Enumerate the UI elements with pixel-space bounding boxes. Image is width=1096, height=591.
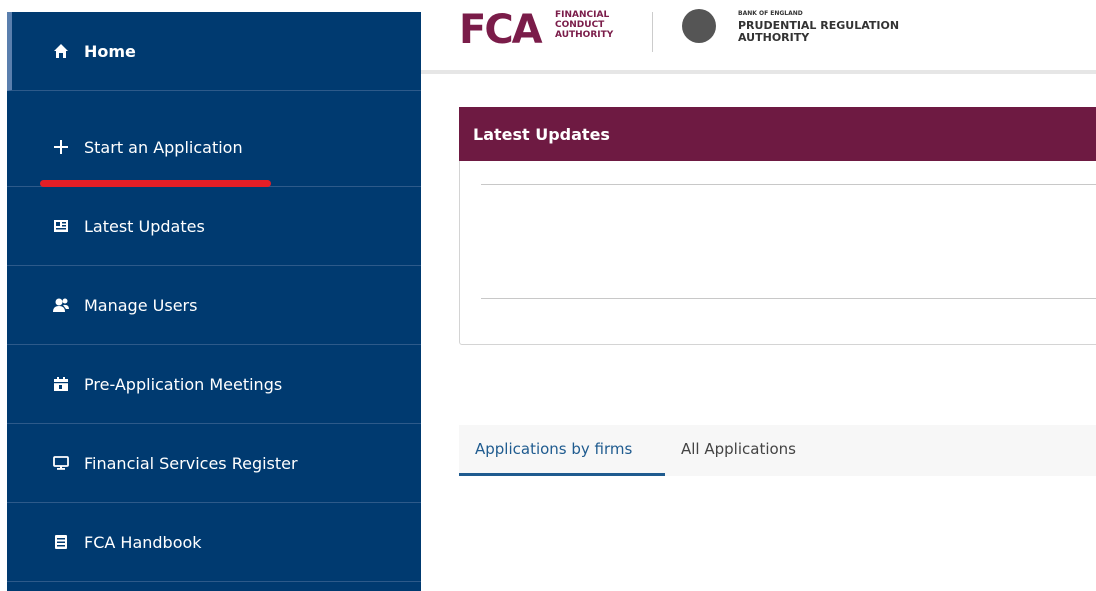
sidebar-item-fca-handbook[interactable]: FCA Handbook [7, 503, 421, 582]
latest-updates-header: Latest Updates [459, 107, 1096, 161]
home-icon [52, 42, 70, 60]
users-icon [52, 296, 70, 314]
sidebar-item-label: FCA Handbook [84, 532, 202, 552]
sidebar-item-label: Financial Services Register [84, 453, 298, 473]
fca-wordmark-line: FINANCIAL [555, 10, 610, 20]
pra-wordmark: PRUDENTIAL REGULATION AUTHORITY [738, 20, 899, 44]
sidebar: Home Start an Application Latest Updates… [7, 12, 421, 591]
panel-title: Latest Updates [473, 124, 610, 144]
sidebar-item-manage-users[interactable]: Manage Users [7, 266, 421, 345]
fca-wordmark-line: CONDUCT [555, 20, 605, 30]
monitor-icon [52, 454, 70, 472]
logo-divider [652, 12, 653, 52]
calendar-icon [52, 375, 70, 393]
newspaper-icon [52, 217, 70, 235]
active-tab-indicator [459, 473, 665, 476]
highlight-underline [40, 180, 271, 187]
bank-of-england-seal-icon [682, 9, 716, 43]
sidebar-item-label: Latest Updates [84, 216, 205, 236]
boe-label: BANK OF ENGLAND [738, 10, 803, 17]
sidebar-item-financial-services-register[interactable]: Financial Services Register [7, 424, 421, 503]
fca-wordmark: FINANCIAL CONDUCT AUTHORITY [555, 10, 613, 40]
sidebar-item-label: Home [84, 41, 136, 61]
fca-logo-text: FCA [459, 7, 543, 53]
updates-divider [481, 184, 1096, 185]
sidebar-item-label: Manage Users [84, 295, 198, 315]
sidebar-item-pre-application-meetings[interactable]: Pre-Application Meetings [7, 345, 421, 424]
sidebar-item-label: Start an Application [84, 137, 243, 157]
sidebar-item-label: Pre-Application Meetings [84, 374, 283, 394]
sidebar-item-home[interactable]: Home [7, 12, 421, 91]
fca-wordmark-line: AUTHORITY [555, 30, 614, 40]
tab-applications-by-firms[interactable]: Applications by firms [475, 440, 632, 458]
fca-logo[interactable]: FCA [459, 7, 543, 53]
plus-icon [52, 138, 70, 156]
applications-tab-content [459, 476, 1096, 591]
pra-wordmark-line: AUTHORITY [738, 31, 810, 44]
tab-all-applications[interactable]: All Applications [681, 440, 796, 458]
updates-divider [481, 298, 1096, 299]
sidebar-item-latest-updates[interactable]: Latest Updates [7, 187, 421, 266]
book-icon [52, 533, 70, 551]
sidebar-item-start-application[interactable]: Start an Application [7, 108, 421, 187]
